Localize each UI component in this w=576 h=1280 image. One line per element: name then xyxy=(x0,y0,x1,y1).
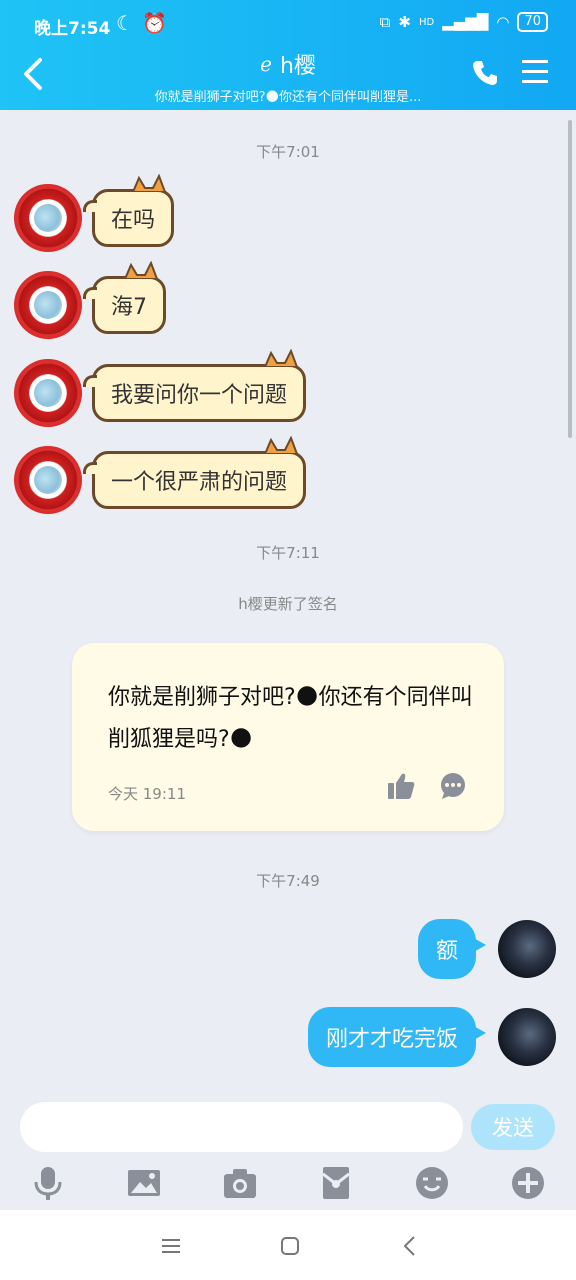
home-icon[interactable] xyxy=(278,1234,302,1258)
emoji-icon[interactable] xyxy=(413,1164,451,1202)
incoming-bubble[interactable]: 一个很严肃的问题 xyxy=(83,436,307,509)
contact-avatar[interactable] xyxy=(14,184,82,252)
cat-ears-icon xyxy=(123,261,159,279)
chat-header: 晚上7:54 ☾ ⏰ ⧉ ✱ HD ▂▄▆█ ◠ 70 ℯ h樱 你就是削狮子对… xyxy=(0,0,576,110)
back-nav-icon[interactable] xyxy=(398,1234,422,1258)
ear-icon: ℯ xyxy=(260,52,272,76)
contact-avatar[interactable] xyxy=(14,271,82,339)
contact-avatar[interactable] xyxy=(14,446,82,514)
comment-icon[interactable] xyxy=(438,771,468,801)
incoming-message: 在吗 xyxy=(14,174,175,252)
mic-icon[interactable] xyxy=(29,1164,67,1202)
camera-icon[interactable] xyxy=(221,1164,259,1202)
bluetooth-icon: ✱ xyxy=(398,13,411,31)
incoming-bubble[interactable]: 我要问你一个问题 xyxy=(83,349,307,422)
status-time: 晚上7:54 xyxy=(34,19,111,39)
timestamp: 下午7:11 xyxy=(256,544,320,562)
message-input[interactable] xyxy=(20,1102,463,1152)
battery-indicator: 70 xyxy=(517,12,548,32)
image-icon[interactable] xyxy=(125,1164,163,1202)
timestamp: 下午7:01 xyxy=(256,143,320,161)
status-icons: ⧉ ✱ HD ▂▄▆█ ◠ 70 xyxy=(380,12,548,32)
system-notice: h樱更新了签名 xyxy=(238,595,338,613)
thumbs-up-icon[interactable] xyxy=(386,771,416,801)
incoming-message: 海7 xyxy=(14,261,166,339)
bubble-tail xyxy=(83,462,97,474)
incoming-text: 一个很严肃的问题 xyxy=(111,470,288,495)
incoming-message: 一个很严肃的问题 xyxy=(14,436,307,514)
wifi-icon: ◠ xyxy=(496,13,510,31)
incoming-message: 我要问你一个问题 xyxy=(14,349,307,427)
contact-signature: 你就是削狮子对吧?🌑你还有个同伴叫削狸是... xyxy=(154,90,422,105)
incoming-bubble[interactable]: 在吗 xyxy=(83,174,175,247)
bubble-tail xyxy=(83,287,97,299)
incoming-text: 我要问你一个问题 xyxy=(111,383,288,408)
chat-scrollbar[interactable] xyxy=(568,120,572,438)
signature-card[interactable]: 你就是削狮子对吧?🌑你还有个同伴叫削狐狸是吗?🌑 今天 19:11 xyxy=(72,643,504,831)
red-packet-icon[interactable] xyxy=(317,1164,355,1202)
bubble-tail xyxy=(83,375,97,387)
dnd-moon-icon: ☾ xyxy=(116,11,134,35)
menu-icon[interactable] xyxy=(520,58,550,86)
bubble-tail xyxy=(83,200,97,212)
chevron-left-icon[interactable] xyxy=(18,56,48,92)
alarm-icon: ⏰ xyxy=(142,11,167,35)
timestamp: 下午7:49 xyxy=(256,872,320,890)
my-avatar[interactable] xyxy=(498,920,556,978)
contact-name: h樱 xyxy=(279,54,316,79)
outgoing-text: 额 xyxy=(435,939,458,964)
message-input-bar: 发送 xyxy=(0,1092,576,1160)
signature-date: 今天 19:11 xyxy=(108,785,186,803)
incoming-bubble[interactable]: 海7 xyxy=(83,261,166,334)
phone-icon[interactable] xyxy=(470,58,500,88)
outgoing-text: 刚才才吃完饭 xyxy=(325,1027,458,1052)
signal-icon: ▂▄▆█ xyxy=(442,13,489,31)
incoming-text: 海7 xyxy=(111,295,147,320)
my-avatar[interactable] xyxy=(498,1008,556,1066)
send-button[interactable]: 发送 xyxy=(471,1104,555,1150)
network-label: HD xyxy=(418,16,435,28)
cat-ears-icon xyxy=(263,349,299,367)
chat-toolbar xyxy=(0,1160,576,1210)
outgoing-bubble[interactable]: 刚才才吃完饭 xyxy=(307,1007,487,1067)
contact-avatar[interactable] xyxy=(14,359,82,427)
cat-ears-icon xyxy=(131,174,167,192)
outgoing-message: 额 xyxy=(417,919,556,979)
plus-icon[interactable] xyxy=(509,1164,547,1202)
chat-title-area[interactable]: ℯ h樱 你就是削狮子对吧?🌑你还有个同伴叫削狸是... xyxy=(100,48,476,105)
screen-icon: ⧉ xyxy=(379,13,391,31)
outgoing-bubble[interactable]: 额 xyxy=(417,919,487,979)
incoming-text: 在吗 xyxy=(111,208,156,233)
status-bar: 晚上7:54 ☾ ⏰ ⧉ ✱ HD ▂▄▆█ ◠ 70 xyxy=(0,10,576,39)
system-navigation-bar xyxy=(0,1210,576,1280)
recent-apps-icon[interactable] xyxy=(159,1234,183,1258)
signature-text: 你就是削狮子对吧?🌑你还有个同伴叫削狐狸是吗?🌑 xyxy=(108,685,473,752)
chat-title: ℯ h樱 xyxy=(260,48,316,80)
cat-ears-icon xyxy=(263,436,299,454)
outgoing-message: 刚才才吃完饭 xyxy=(307,1007,556,1067)
